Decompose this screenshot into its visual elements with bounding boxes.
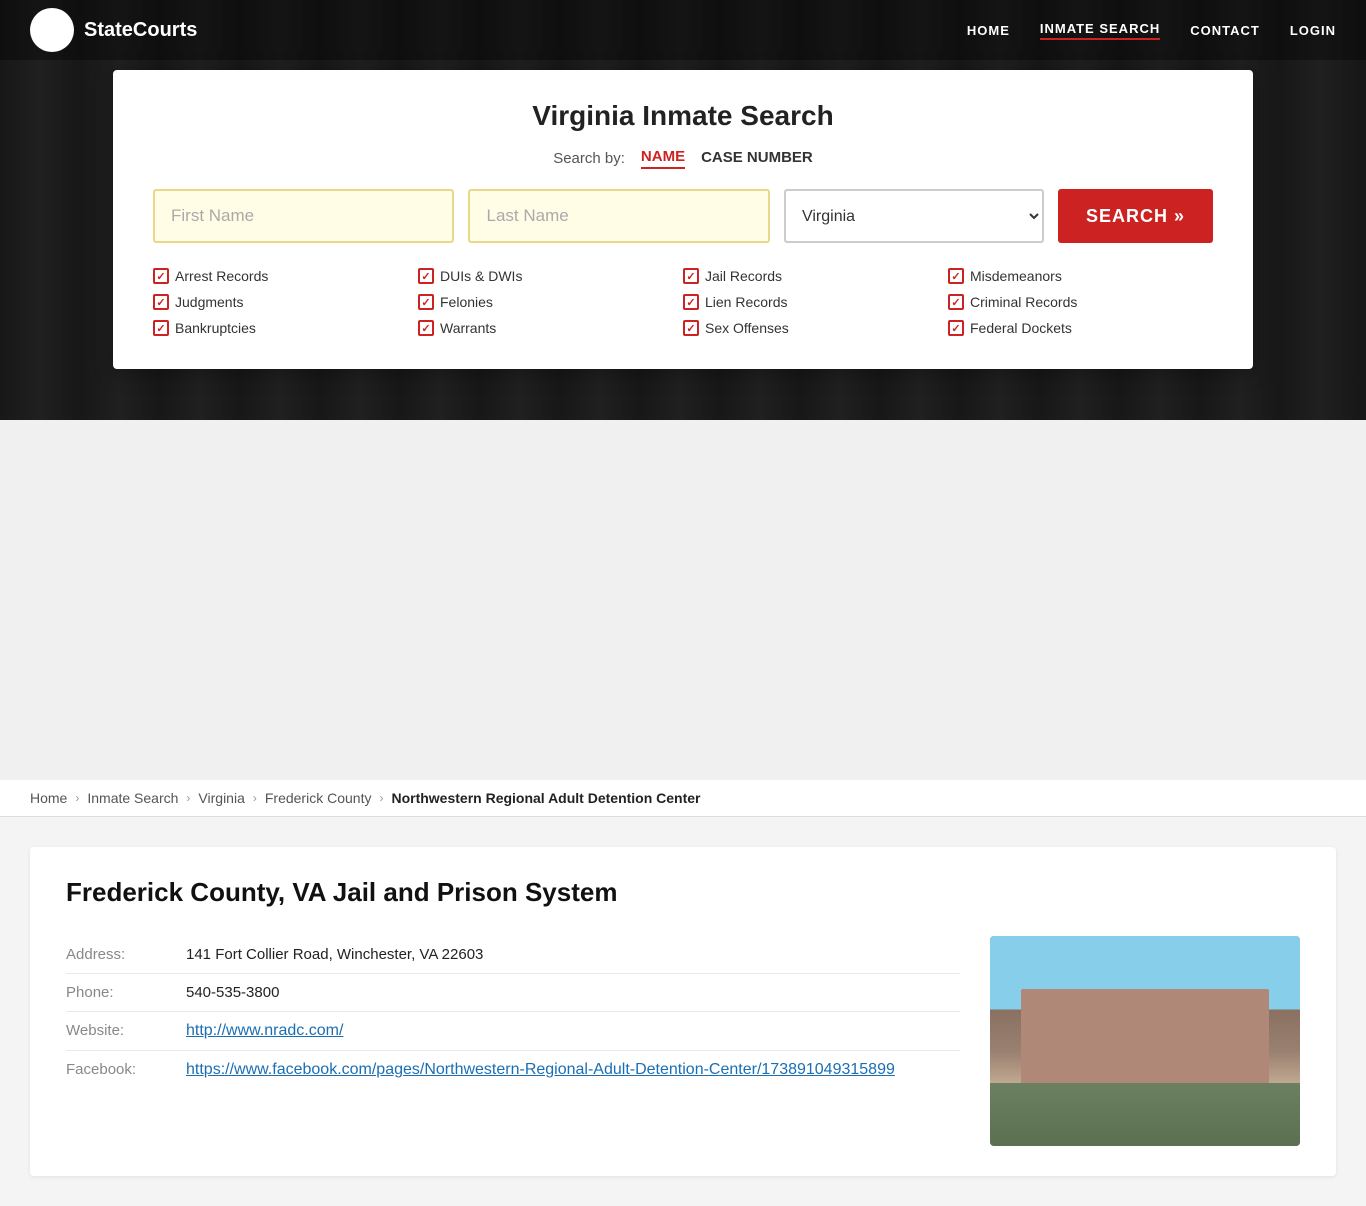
breadcrumb-sep-4: ›: [379, 791, 383, 805]
search-by-label: Search by:: [553, 150, 625, 167]
checkbox-icon: [683, 268, 699, 284]
checkbox-icon: [418, 320, 434, 336]
facility-info: Address: 141 Fort Collier Road, Winchest…: [66, 936, 960, 1089]
checkbox-label: Criminal Records: [970, 294, 1077, 310]
state-select[interactable]: Virginia Alabama Alaska Arizona Arkansas…: [784, 189, 1044, 243]
nav-links: HOME INMATE SEARCH CONTACT LOGIN: [967, 21, 1336, 40]
breadcrumb-sep-1: ›: [75, 791, 79, 805]
content-area: Frederick County, VA Jail and Prison Sys…: [0, 817, 1366, 1206]
nav-home[interactable]: HOME: [967, 23, 1010, 38]
facebook-row: Facebook: https://www.facebook.com/pages…: [66, 1051, 960, 1089]
breadcrumb-county[interactable]: Frederick County: [265, 790, 372, 806]
checkbox-item[interactable]: Lien Records: [683, 291, 948, 313]
checkbox-label: Warrants: [440, 320, 496, 336]
breadcrumb-home[interactable]: Home: [30, 790, 67, 806]
checkbox-icon: [153, 268, 169, 284]
hero-section: COURTHOUSE 🏛 StateCourts HOME INMATE SEA…: [0, 0, 1366, 420]
checkbox-icon: [683, 294, 699, 310]
nav-contact[interactable]: CONTACT: [1190, 23, 1260, 38]
website-row: Website: http://www.nradc.com/: [66, 1012, 960, 1051]
phone-value: 540-535-3800: [186, 984, 279, 1001]
search-button[interactable]: SEARCH »: [1058, 189, 1213, 243]
checkbox-icon: [418, 268, 434, 284]
phone-label: Phone:: [66, 984, 186, 1001]
checkbox-item[interactable]: Misdemeanors: [948, 265, 1213, 287]
last-name-input[interactable]: [468, 189, 769, 243]
address-row: Address: 141 Fort Collier Road, Winchest…: [66, 936, 960, 974]
breadcrumb-sep-3: ›: [253, 791, 257, 805]
checkbox-item[interactable]: Sex Offenses: [683, 317, 948, 339]
breadcrumb-current: Northwestern Regional Adult Detention Ce…: [391, 790, 700, 806]
website-label: Website:: [66, 1022, 186, 1039]
tab-name[interactable]: NAME: [641, 148, 685, 169]
facility-photo-inner: [990, 936, 1300, 1146]
checkbox-label: DUIs & DWIs: [440, 268, 522, 284]
checkbox-icon: [948, 268, 964, 284]
nav-inmate-search[interactable]: INMATE SEARCH: [1040, 21, 1160, 40]
tab-case-number[interactable]: CASE NUMBER: [701, 149, 813, 168]
website-link[interactable]: http://www.nradc.com/: [186, 1022, 343, 1040]
checkbox-label: Misdemeanors: [970, 268, 1062, 284]
checkbox-icon: [153, 294, 169, 310]
checkbox-icon: [948, 320, 964, 336]
site-name: StateCourts: [84, 19, 197, 42]
breadcrumb-virginia[interactable]: Virginia: [198, 790, 244, 806]
facebook-link[interactable]: https://www.facebook.com/pages/Northwest…: [186, 1061, 895, 1079]
card-title: Virginia Inmate Search: [153, 100, 1213, 132]
checkbox-label: Arrest Records: [175, 268, 268, 284]
phone-row: Phone: 540-535-3800: [66, 974, 960, 1012]
checkbox-label: Jail Records: [705, 268, 782, 284]
checkbox-item[interactable]: Judgments: [153, 291, 418, 313]
checkbox-item[interactable]: Bankruptcies: [153, 317, 418, 339]
checkbox-label: Felonies: [440, 294, 493, 310]
checkbox-label: Federal Dockets: [970, 320, 1072, 336]
breadcrumb: Home › Inmate Search › Virginia › Freder…: [0, 780, 1366, 817]
content-card: Frederick County, VA Jail and Prison Sys…: [30, 847, 1336, 1176]
checkbox-label: Sex Offenses: [705, 320, 789, 336]
checkbox-icon: [418, 294, 434, 310]
facebook-label: Facebook:: [66, 1061, 186, 1078]
checkboxes-grid: Arrest Records DUIs & DWIs Jail Records Mis…: [153, 265, 1213, 339]
checkbox-icon: [153, 320, 169, 336]
checkbox-item[interactable]: Federal Dockets: [948, 317, 1213, 339]
logo-icon: 🏛: [30, 8, 74, 52]
breadcrumb-sep-2: ›: [186, 791, 190, 805]
first-name-input[interactable]: [153, 189, 454, 243]
breadcrumb-inmate-search[interactable]: Inmate Search: [87, 790, 178, 806]
checkbox-item[interactable]: Arrest Records: [153, 265, 418, 287]
site-logo[interactable]: 🏛 StateCourts: [30, 8, 197, 52]
checkbox-item[interactable]: Jail Records: [683, 265, 948, 287]
search-card: Virginia Inmate Search Search by: NAME C…: [113, 70, 1253, 369]
checkbox-label: Lien Records: [705, 294, 788, 310]
navbar: 🏛 StateCourts HOME INMATE SEARCH CONTACT…: [0, 0, 1366, 60]
address-value: 141 Fort Collier Road, Winchester, VA 22…: [186, 946, 483, 963]
checkbox-item[interactable]: Warrants: [418, 317, 683, 339]
content-flex: Address: 141 Fort Collier Road, Winchest…: [66, 936, 1300, 1146]
checkbox-item[interactable]: Criminal Records: [948, 291, 1213, 313]
facility-photo: [990, 936, 1300, 1146]
checkbox-item[interactable]: DUIs & DWIs: [418, 265, 683, 287]
checkbox-item[interactable]: Felonies: [418, 291, 683, 313]
nav-login[interactable]: LOGIN: [1290, 23, 1336, 38]
facility-title: Frederick County, VA Jail and Prison Sys…: [66, 877, 1300, 908]
checkbox-icon: [948, 294, 964, 310]
address-label: Address:: [66, 946, 186, 963]
checkbox-icon: [683, 320, 699, 336]
checkbox-label: Bankruptcies: [175, 320, 256, 336]
building-shape: [1021, 989, 1269, 1084]
search-inputs-row: Virginia Alabama Alaska Arizona Arkansas…: [153, 189, 1213, 243]
checkbox-label: Judgments: [175, 294, 243, 310]
search-by-row: Search by: NAME CASE NUMBER: [153, 148, 1213, 169]
